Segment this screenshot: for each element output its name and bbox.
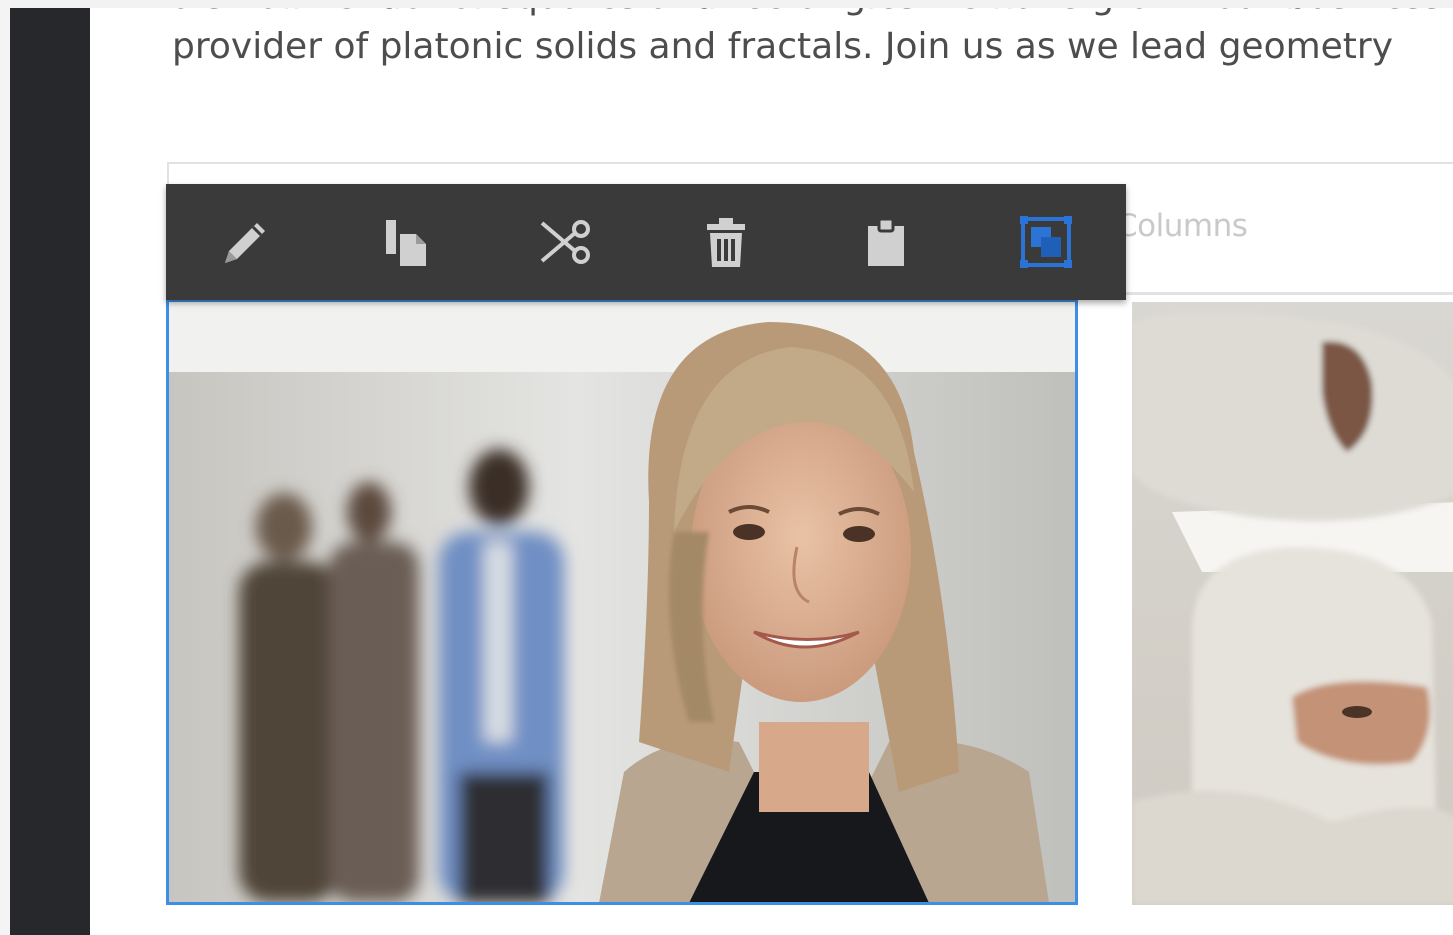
group-button[interactable] [966, 184, 1126, 300]
businesswoman-photo [169, 302, 1075, 902]
cut-button[interactable] [486, 184, 646, 300]
group-icon [1020, 216, 1072, 268]
trash-icon [707, 218, 745, 267]
page-canvas: a small vendor of squares and rectangles… [90, 8, 1453, 935]
intro-line-1: a small vendor of squares and rectangles… [172, 8, 1453, 22]
paste-button[interactable] [806, 184, 966, 300]
columns-placeholder-label: Columns [1116, 208, 1248, 244]
copy-icon [386, 220, 426, 266]
window-top-strip [0, 0, 1453, 8]
editor-sidebar[interactable] [10, 8, 90, 935]
scissors-icon [540, 220, 590, 264]
selected-image-component[interactable] [166, 300, 1078, 905]
window-left-edge [0, 0, 10, 935]
delete-button[interactable] [646, 184, 806, 300]
clipboard-icon [868, 217, 904, 266]
component-edit-toolbar [166, 184, 1126, 300]
cleanroom-workers-photo [1132, 302, 1453, 905]
intro-paragraph: a small vendor of squares and rectangles… [172, 8, 1453, 72]
copy-button[interactable] [326, 184, 486, 300]
edit-button[interactable] [166, 184, 326, 300]
pencil-icon [225, 223, 265, 263]
cleanroom-image-component[interactable] [1132, 302, 1453, 905]
intro-line-2: provider of platonic solids and fractals… [172, 26, 1394, 67]
